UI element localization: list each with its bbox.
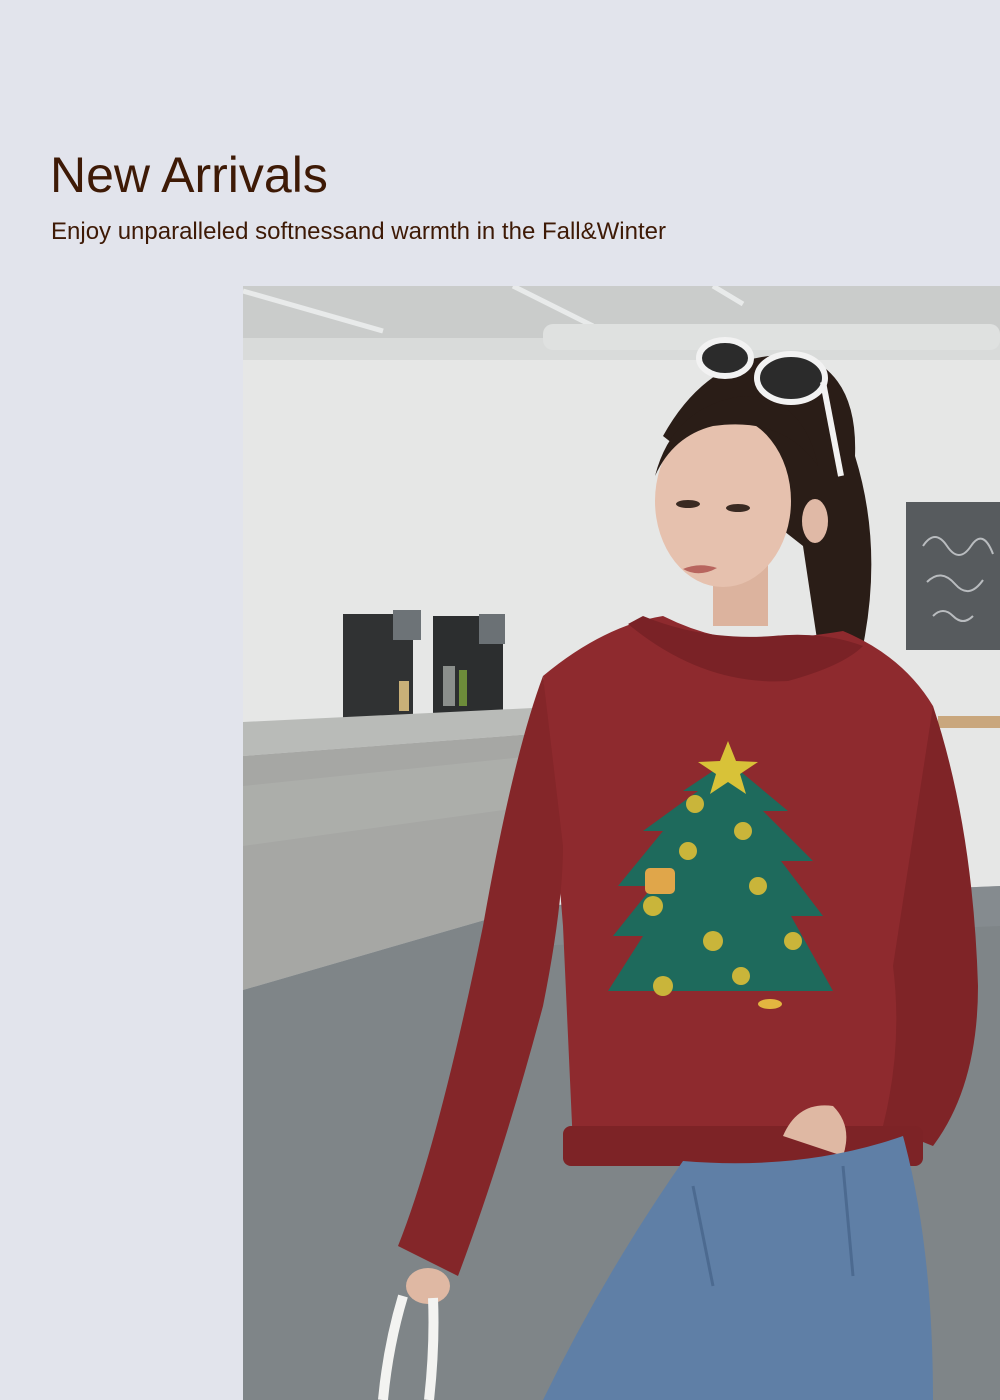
sunglasses-right-lens — [754, 351, 828, 405]
left-eye — [676, 500, 700, 508]
ceiling-pipe — [543, 324, 1000, 350]
left-hand — [406, 1268, 450, 1304]
banner-header: New Arrivals Enjoy unparalleled softness… — [50, 150, 666, 244]
tree-patch — [645, 868, 675, 894]
right-counter-top — [938, 716, 1000, 728]
product-photo — [243, 286, 1000, 1400]
banner-subtitle: Enjoy unparalleled softnessand warmth in… — [51, 218, 666, 245]
sunglasses-left-lens — [696, 337, 754, 379]
right-eye — [726, 504, 750, 512]
banner-title: New Arrivals — [50, 147, 328, 203]
ear — [802, 499, 828, 543]
sweater-label-tag — [758, 999, 782, 1009]
wall-artwork — [906, 502, 1000, 650]
